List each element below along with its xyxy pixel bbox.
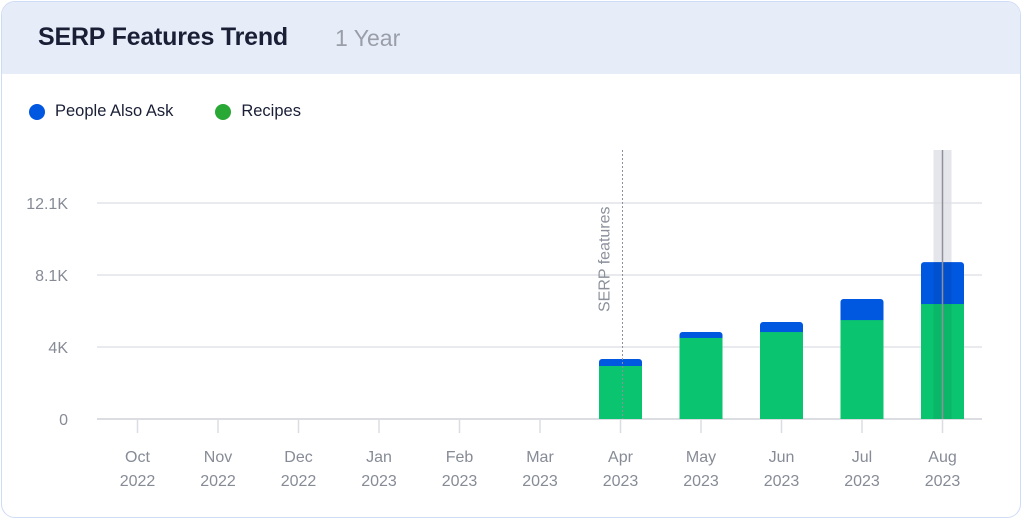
x-tick-label-month: Jul (852, 449, 872, 466)
annotation-label: SERP features (597, 206, 614, 312)
x-tick-label-year: 2023 (442, 473, 478, 490)
x-tick-label-month: Apr (608, 449, 634, 466)
x-tick-label-year: 2023 (764, 473, 800, 490)
x-tick-label-year: 2023 (683, 473, 719, 490)
y-tick-label: 0 (59, 412, 68, 429)
x-tick-label-month: Jan (366, 449, 392, 466)
x-tick-label-year: 2023 (844, 473, 880, 490)
x-tick-label-month: Aug (928, 449, 956, 466)
y-tick-label: 4K (48, 340, 68, 357)
x-tick-label-month: Feb (446, 449, 474, 466)
x-tick-label-year: 2023 (361, 473, 397, 490)
x-tick-label-year: 2023 (522, 473, 558, 490)
bar-recipes (679, 337, 723, 419)
axes: 0 4K 8.1K 12.1K Oct 2022 Nov 2022 Dec 2022 Jan 2023… (26, 196, 960, 490)
x-tick-label-month: Nov (204, 449, 232, 466)
bar-recipes (840, 320, 884, 419)
x-tick-label-year: 2022 (281, 473, 317, 490)
y-tick-label: 12.1K (26, 196, 68, 213)
bar-recipes (760, 332, 803, 419)
x-tick-label-month: Mar (526, 449, 554, 466)
x-tick-label-year: 2023 (925, 473, 961, 490)
x-tick-label-month: Dec (284, 449, 312, 466)
y-tick-label: 8.1K (35, 268, 68, 285)
bars (599, 150, 964, 419)
x-tick-label-year: 2022 (120, 473, 156, 490)
stacked-bar-chart: SERP features 0 4K 8.1K 12.1K Oct 2022 Nov 2022… (26, 150, 982, 490)
x-tick-label-month: Jun (769, 449, 795, 466)
x-tick-label-month: Oct (125, 449, 150, 466)
bar-recipes (599, 365, 642, 419)
x-tick-label-year: 2022 (200, 473, 236, 490)
x-tick-label-year: 2023 (603, 473, 639, 490)
x-tick-label-month: May (686, 449, 716, 466)
